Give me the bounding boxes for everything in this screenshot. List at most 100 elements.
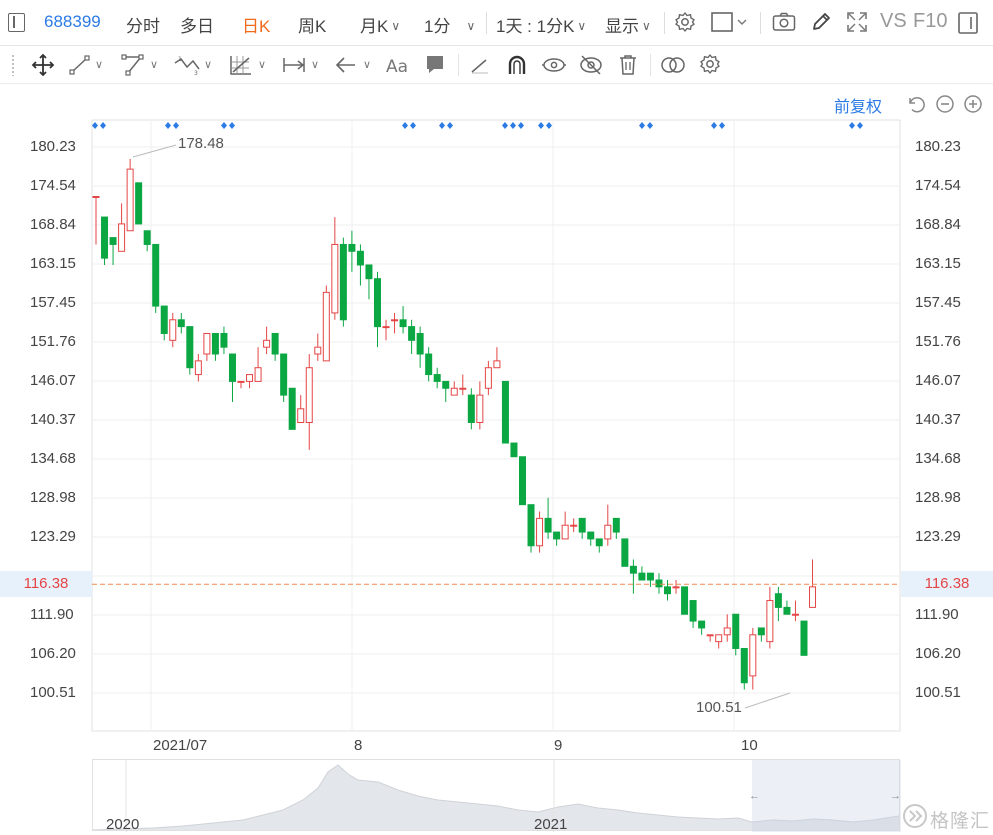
price-tick: 157.45 — [30, 294, 76, 311]
price-tick: 100.51 — [30, 684, 76, 701]
candle-up — [809, 586, 817, 608]
candle-down — [774, 593, 782, 608]
price-tick: 134.68 — [30, 450, 76, 467]
event-markers — [92, 122, 863, 129]
candle-up — [203, 332, 211, 355]
chart-grid — [91, 119, 901, 732]
candle-up — [749, 634, 757, 677]
event-marker-icon — [165, 122, 171, 129]
price-tick: 180.23 — [915, 138, 961, 155]
candle-up — [391, 319, 399, 322]
price-tick: 106.20 — [915, 645, 961, 662]
candle-down — [638, 572, 646, 581]
watermark-logo: 格隆汇 — [902, 800, 992, 832]
candle-up — [766, 600, 774, 643]
candle-up — [194, 360, 202, 376]
candle-down — [467, 394, 475, 423]
candle-down — [228, 353, 236, 382]
candle-down — [732, 613, 740, 649]
candle-down — [442, 380, 450, 389]
candle-down — [595, 538, 603, 547]
candle-up — [604, 524, 612, 540]
time-label: 10 — [741, 737, 758, 754]
candle-up — [331, 243, 339, 314]
price-tick: 174.54 — [915, 177, 961, 194]
candle-down — [689, 600, 697, 622]
price-tick: 111.90 — [915, 606, 959, 623]
price-tick: 168.84 — [30, 216, 76, 233]
candle-down — [220, 332, 228, 348]
candle-up — [570, 524, 578, 527]
event-marker-icon — [518, 122, 524, 129]
candle-up — [476, 394, 484, 423]
candle-up — [322, 291, 330, 362]
candle-down — [365, 264, 373, 280]
candle-down — [519, 456, 526, 506]
candle-down — [655, 579, 663, 588]
price-tick: 111.90 — [30, 606, 74, 623]
price-tick: 180.23 — [30, 138, 76, 155]
candle-down — [373, 278, 381, 328]
candle-down — [757, 627, 765, 636]
candle-down — [399, 319, 407, 328]
price-tick: 174.54 — [30, 177, 76, 194]
candle-down — [101, 216, 109, 259]
candle-down — [578, 517, 586, 533]
event-marker-icon — [439, 122, 445, 129]
event-marker-icon — [719, 122, 725, 129]
candle-down — [698, 620, 706, 629]
candle-down — [288, 387, 296, 430]
event-marker-icon — [447, 122, 453, 129]
candle-up — [672, 586, 680, 589]
candle-up — [791, 613, 799, 616]
candlestick-chart[interactable] — [0, 0, 993, 760]
candle-down — [433, 374, 441, 382]
navigator-area-chart — [93, 760, 901, 832]
candle-up — [118, 223, 126, 252]
range-navigator[interactable]: ← → — [92, 759, 901, 832]
candle-down — [527, 504, 535, 547]
right-handle-arrow-icon[interactable]: → — [890, 790, 901, 802]
candle-up — [246, 374, 254, 382]
candles — [92, 158, 817, 690]
candle-up — [297, 408, 305, 423]
candle-up — [237, 380, 245, 383]
candle-down — [740, 647, 748, 684]
candle-down — [416, 332, 424, 355]
candle-down — [646, 572, 654, 581]
left-handle-arrow-icon[interactable]: ← — [749, 790, 760, 802]
candle-up — [723, 627, 731, 636]
event-marker-icon — [92, 122, 98, 129]
current-price-tag-right: 116.38 — [901, 571, 993, 597]
price-tick: 128.98 — [30, 489, 76, 506]
stock-chart-app: 688399 分时 多日 日K 周K 月K ∨ 1分 ∨ 1天 : 1分K ∨ 显示 ∨ — [0, 0, 993, 835]
candle-up — [126, 168, 134, 232]
candle-down — [143, 230, 151, 245]
candle-up — [92, 196, 100, 199]
candle-down — [664, 586, 672, 595]
price-tick: 151.76 — [915, 333, 961, 350]
navigator-year-label: 2021 — [534, 816, 568, 833]
price-tick: 106.20 — [30, 645, 76, 662]
candle-down — [186, 326, 194, 369]
event-marker-icon — [229, 122, 235, 129]
price-tick: 146.07 — [30, 372, 76, 389]
time-label: 2021/07 — [153, 737, 208, 754]
candle-up — [169, 319, 177, 341]
candle-down — [348, 243, 356, 252]
candle-down — [800, 620, 808, 656]
price-tick: 163.15 — [30, 255, 76, 272]
candle-down — [339, 243, 347, 321]
navigator-year-label: 2020 — [106, 816, 140, 833]
current-price-tag-left: 116.38 — [0, 571, 92, 597]
watermark-text: 格隆汇 — [930, 811, 991, 832]
price-tick: 128.98 — [915, 489, 961, 506]
candle-up — [450, 387, 458, 396]
candle-down — [280, 353, 288, 396]
event-marker-icon — [221, 122, 227, 129]
candle-up — [314, 346, 322, 355]
candle-down — [152, 243, 160, 307]
candle-down — [160, 305, 168, 334]
candle-up — [263, 339, 271, 348]
annotations — [92, 144, 900, 709]
